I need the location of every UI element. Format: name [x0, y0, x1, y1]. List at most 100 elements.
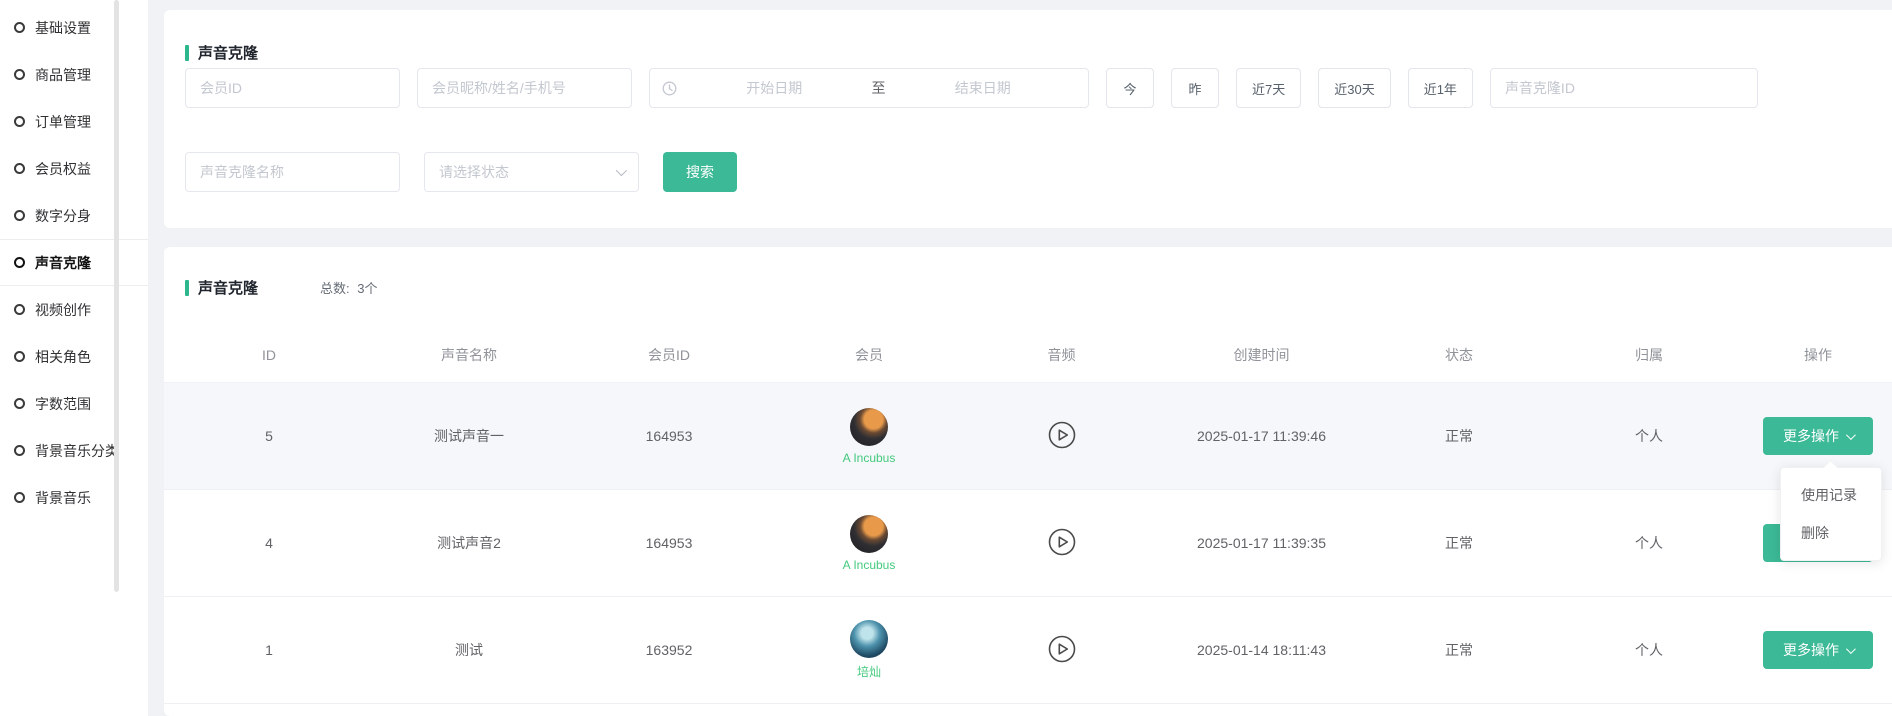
- radio-circle-icon: [14, 351, 25, 362]
- sidebar-item-related-roles[interactable]: 相关角色: [0, 333, 148, 380]
- search-button[interactable]: 搜索: [663, 152, 737, 192]
- cell-created-time: 2025-01-14 18:11:43: [1159, 642, 1364, 658]
- radio-circle-icon: [14, 69, 25, 80]
- sidebar-item-bgm[interactable]: 背景音乐: [0, 474, 148, 521]
- dropdown-item-delete[interactable]: 删除: [1781, 514, 1881, 552]
- cell-member-id: 163952: [564, 642, 774, 658]
- cell-owner: 个人: [1554, 640, 1744, 660]
- clock-icon: [662, 81, 677, 96]
- more-actions-label: 更多操作: [1783, 426, 1839, 446]
- play-audio-icon[interactable]: [1048, 635, 1076, 663]
- sidebar-item-bgm-category[interactable]: 背景音乐分类: [0, 427, 148, 474]
- avatar[interactable]: [850, 408, 888, 446]
- quick-1year-button[interactable]: 近1年: [1408, 68, 1473, 108]
- quick-30days-button[interactable]: 近30天: [1318, 68, 1390, 108]
- sidebar-item-label: 相关角色: [35, 347, 91, 367]
- sidebar-item-label: 数字分身: [35, 206, 91, 226]
- cell-id: 1: [164, 642, 374, 658]
- member-name-link[interactable]: A Incubus: [843, 558, 896, 572]
- total-count-value: 3个: [357, 281, 377, 296]
- sidebar-item-basic-settings[interactable]: 基础设置: [0, 4, 148, 51]
- chevron-down-icon: [1846, 430, 1856, 440]
- sidebar-item-label: 背景音乐: [35, 488, 91, 508]
- voice-clone-name-input[interactable]: [185, 152, 400, 192]
- quick-7days-button[interactable]: 近7天: [1236, 68, 1301, 108]
- sidebar-item-digital-avatar[interactable]: 数字分身: [0, 192, 148, 239]
- chevron-down-icon: [616, 165, 627, 176]
- cell-voice-name: 测试: [374, 640, 564, 660]
- cell-audio: [964, 528, 1159, 559]
- sidebar-item-label: 字数范围: [35, 394, 91, 414]
- sidebar-item-label: 视频创作: [35, 300, 91, 320]
- sidebar-item-video-creation[interactable]: 视频创作: [0, 286, 148, 333]
- sidebar-item-label: 订单管理: [35, 112, 91, 132]
- more-actions-button[interactable]: 更多操作: [1763, 417, 1873, 455]
- sidebar: 基础设置 商品管理 订单管理 会员权益 数字分身 声音克隆 视频创作 相关角色 …: [0, 0, 148, 716]
- col-header-actions: 操作: [1744, 345, 1892, 365]
- col-header-id: ID: [164, 347, 374, 363]
- section-marker: [185, 45, 189, 61]
- cell-status: 正常: [1364, 426, 1554, 446]
- table-section-header: 声音克隆 总数: 3个: [185, 277, 378, 298]
- sidebar-item-member-benefits[interactable]: 会员权益: [0, 145, 148, 192]
- cell-member: A Incubus: [774, 515, 964, 572]
- cell-audio: [964, 635, 1159, 666]
- radio-circle-icon: [14, 116, 25, 127]
- filter-row-1: 开始日期 至 结束日期 今 昨 近7天 近30天 近1年: [185, 68, 1872, 108]
- sidebar-item-label: 商品管理: [35, 65, 91, 85]
- sidebar-scrollbar[interactable]: [114, 0, 119, 592]
- cell-voice-name: 测试声音2: [374, 533, 564, 553]
- sidebar-item-order-mgmt[interactable]: 订单管理: [0, 98, 148, 145]
- avatar[interactable]: [850, 620, 888, 658]
- sidebar-item-label: 基础设置: [35, 18, 91, 38]
- date-range-picker[interactable]: 开始日期 至 结束日期: [649, 68, 1089, 108]
- voice-clone-table: ID 声音名称 会员ID 会员 音频 创建时间 状态 归属 操作 5 测试声音一…: [164, 327, 1892, 704]
- cell-actions: 更多操作: [1744, 631, 1892, 669]
- more-actions-dropdown: 使用记录 删除: [1780, 467, 1882, 561]
- member-name-link[interactable]: 培灿: [857, 663, 881, 680]
- filter-section-title: 声音克隆: [185, 42, 258, 63]
- chevron-down-icon: [1846, 644, 1856, 654]
- play-audio-icon[interactable]: [1048, 421, 1076, 449]
- cell-status: 正常: [1364, 640, 1554, 660]
- sidebar-item-product-mgmt[interactable]: 商品管理: [0, 51, 148, 98]
- cell-status: 正常: [1364, 533, 1554, 553]
- cell-id: 4: [164, 535, 374, 551]
- table-row: 1 测试 163952 培灿 2025-01-14 18:11:43 正常: [164, 597, 1892, 704]
- table-header-row: ID 声音名称 会员ID 会员 音频 创建时间 状态 归属 操作: [164, 327, 1892, 383]
- dropdown-item-usage-log[interactable]: 使用记录: [1781, 476, 1881, 514]
- cell-owner: 个人: [1554, 426, 1744, 446]
- voice-clone-table-card: 声音克隆 总数: 3个 ID 声音名称 会员ID 会员 音频 创建时间 状态 归…: [164, 247, 1892, 716]
- date-end-placeholder[interactable]: 结束日期: [890, 78, 1077, 98]
- total-count: 总数: 3个: [320, 278, 377, 297]
- member-id-input[interactable]: [185, 68, 400, 108]
- sidebar-item-label: 声音克隆: [35, 253, 91, 273]
- avatar[interactable]: [850, 515, 888, 553]
- voice-clone-id-input[interactable]: [1490, 68, 1758, 108]
- member-name-input[interactable]: [417, 68, 632, 108]
- more-actions-button[interactable]: 更多操作: [1763, 631, 1873, 669]
- cell-member-id: 164953: [564, 428, 774, 444]
- status-select[interactable]: 请选择状态: [424, 152, 639, 192]
- radio-circle-icon: [14, 304, 25, 315]
- cell-actions: 更多操作: [1744, 417, 1892, 455]
- section-marker: [185, 280, 189, 296]
- table-title-text: 声音克隆: [198, 277, 258, 298]
- col-header-status: 状态: [1364, 345, 1554, 365]
- date-start-placeholder[interactable]: 开始日期: [681, 78, 868, 98]
- cell-member-id: 164953: [564, 535, 774, 551]
- play-audio-icon[interactable]: [1048, 528, 1076, 556]
- col-header-member: 会员: [774, 345, 964, 365]
- quick-today-button[interactable]: 今: [1106, 68, 1154, 108]
- member-name-link[interactable]: A Incubus: [843, 451, 896, 465]
- quick-yesterday-button[interactable]: 昨: [1171, 68, 1219, 108]
- col-header-created: 创建时间: [1159, 345, 1364, 365]
- table-row: 4 测试声音2 164953 A Incubus 2025-01-17 11:3…: [164, 490, 1892, 597]
- sidebar-item-word-count-range[interactable]: 字数范围: [0, 380, 148, 427]
- sidebar-item-voice-clone[interactable]: 声音克隆: [0, 239, 148, 286]
- total-count-label: 总数:: [320, 281, 350, 296]
- radio-circle-icon: [14, 398, 25, 409]
- cell-voice-name: 测试声音一: [374, 426, 564, 446]
- cell-created-time: 2025-01-17 11:39:46: [1159, 428, 1364, 444]
- table-row: 5 测试声音一 164953 A Incubus 2025-01-17 11:3…: [164, 383, 1892, 490]
